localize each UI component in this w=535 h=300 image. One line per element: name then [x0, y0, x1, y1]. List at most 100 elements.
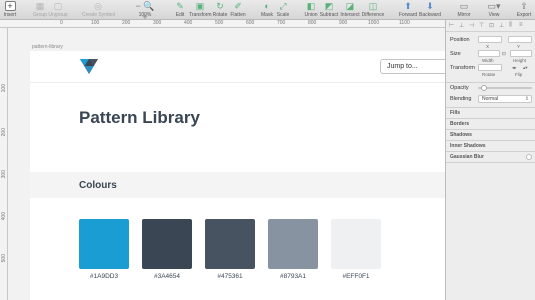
rotate-button[interactable]: ↻ Rotate [211, 1, 229, 18]
swatch-label-5: #EFF0F1 [342, 273, 370, 280]
group-icon: ▦ [35, 1, 45, 11]
align-left-icon[interactable]: ⊢ [449, 22, 454, 29]
difference-icon: ◫ [368, 1, 378, 11]
chevron-down-icon: ⇕ [524, 96, 529, 102]
divider [446, 162, 535, 163]
distribute-vertical-icon[interactable]: ≡ [519, 22, 523, 28]
color-swatch-3[interactable] [205, 219, 255, 269]
subtract-icon: ◩ [324, 1, 334, 11]
inspector-panel: ⊢ ⊥ ⊣ ⊤ ⊡ ⊥ ⫼ ≡ Position X Y Size ⊡ Widt… [445, 20, 535, 300]
blending-label: Blending [450, 96, 472, 102]
alignment-toolbar: ⊢ ⊥ ⊣ ⊤ ⊡ ⊥ ⫼ ≡ [446, 20, 535, 32]
backward-button[interactable]: ⬇ Backward [418, 1, 442, 18]
transform-icon: ▣ [195, 1, 205, 11]
artboard[interactable]: Jump to... Pattern Library Colours #1A9D… [30, 51, 445, 300]
divider [446, 82, 535, 83]
mask-button[interactable]: ◐ Mask [259, 1, 275, 18]
flip-vertical-icon[interactable]: ▴▾ [523, 65, 528, 71]
edit-button[interactable]: ✎ Edit [173, 1, 187, 18]
ungroup-button[interactable]: ▢ Ungroup [48, 1, 68, 18]
divider [446, 140, 535, 141]
divider [446, 118, 535, 119]
mirror-button[interactable]: ▭ Mirror [455, 1, 473, 18]
borders-section[interactable]: Borders [450, 121, 469, 127]
divider [446, 129, 535, 130]
swatch-label-3: #475361 [217, 273, 243, 280]
forward-icon: ⬆ [404, 1, 412, 11]
mask-icon: ◐ [264, 1, 270, 11]
edit-icon: ✎ [176, 1, 184, 11]
vertical-ruler: 100 200 300 400 500 [0, 28, 8, 300]
export-button[interactable]: ⇪ Export [515, 1, 533, 18]
jump-to-input[interactable]: Jump to... [380, 59, 445, 74]
zoom-control[interactable]: − 🔍 + 100% [135, 1, 155, 22]
divider [446, 107, 535, 108]
gaussian-blur-section[interactable]: Gaussian Blur [450, 154, 484, 160]
create-symbol-button[interactable]: ◎ Create Symbol [82, 1, 115, 18]
align-top-icon[interactable]: ⊤ [479, 22, 484, 29]
view-button[interactable]: ▭▾ View [485, 1, 503, 18]
subtract-button[interactable]: ◩ Subtract [319, 1, 339, 18]
size-label: Size [450, 51, 461, 57]
transform-button[interactable]: ▣ Transform [189, 1, 212, 18]
opacity-slider-knob[interactable] [481, 85, 487, 91]
mirror-icon: ▭ [459, 1, 469, 11]
group-button[interactable]: ▦ Group [31, 1, 49, 18]
swatch-label-1: #1A9DD3 [89, 273, 119, 280]
scale-icon: ⤢ [279, 1, 287, 11]
artboard-header: Jump to... [30, 51, 445, 83]
canvas[interactable]: pattern-library Jump to... Pattern Libra… [8, 28, 445, 300]
page-title: Pattern Library [79, 108, 200, 127]
toolbar: + Insert ▦ Group ▢ Ungroup ◎ Create Symb… [0, 0, 535, 22]
distribute-horizontal-icon[interactable]: ⫼ [509, 22, 512, 29]
opacity-slider[interactable] [478, 85, 532, 91]
align-bottom-icon[interactable]: ⊥ [499, 22, 504, 29]
y-sublabel: Y [517, 44, 521, 49]
flatten-icon: ✐ [234, 1, 242, 11]
flatten-button[interactable]: ✐ Flatten [229, 1, 247, 18]
flip-horizontal-icon[interactable]: ◂▸ [512, 65, 517, 71]
position-label: Position [450, 37, 470, 43]
artboard-name[interactable]: pattern-library [32, 44, 63, 50]
color-swatch-5[interactable] [331, 219, 381, 269]
inner-shadows-section[interactable]: Inner Shadows [450, 143, 486, 149]
fills-section[interactable]: Fills [450, 110, 460, 116]
color-swatch-1[interactable] [79, 219, 129, 269]
width-sublabel: Width [482, 58, 494, 63]
intersect-icon: ◪ [345, 1, 355, 11]
blending-select[interactable]: Normal ⇕ [478, 95, 532, 103]
horizontal-ruler: 0 100 200 300 400 500 600 700 800 900 10… [0, 20, 445, 28]
position-y-field[interactable] [508, 36, 532, 43]
lock-ratio-icon[interactable]: ⊡ [502, 51, 506, 57]
align-middle-icon[interactable]: ⊡ [489, 22, 494, 29]
difference-button[interactable]: ◫ Difference [361, 1, 385, 18]
union-button[interactable]: ◧ Union [303, 1, 319, 18]
color-swatch-2[interactable] [142, 219, 192, 269]
intersect-button[interactable]: ◪ Intersect [339, 1, 361, 18]
logo-icon [79, 57, 99, 80]
rotate-field[interactable] [478, 64, 502, 71]
view-icon: ▭▾ [487, 1, 501, 11]
swatch-label-2: #3A4654 [153, 273, 181, 280]
rotate-sublabel: Rotate [482, 72, 496, 77]
shadows-section[interactable]: Shadows [450, 132, 472, 138]
export-icon: ⇪ [520, 1, 528, 11]
insert-button[interactable]: + Insert [2, 1, 18, 18]
width-field[interactable] [478, 50, 500, 57]
ungroup-icon: ▢ [53, 1, 63, 11]
opacity-label: Opacity [450, 85, 469, 91]
height-field[interactable] [510, 50, 532, 57]
align-right-icon[interactable]: ⊣ [469, 22, 474, 29]
zoom-icon: − 🔍 + [135, 1, 155, 22]
forward-button[interactable]: ⬆ Forward [398, 1, 418, 18]
union-icon: ◧ [306, 1, 316, 11]
colours-section-header: Colours [30, 172, 445, 198]
divider [446, 151, 535, 152]
color-swatch-4[interactable] [268, 219, 318, 269]
scale-button[interactable]: ⤢ Scale [275, 1, 291, 18]
align-center-icon[interactable]: ⊥ [459, 22, 464, 29]
position-x-field[interactable] [478, 36, 502, 43]
gaussian-blur-toggle[interactable] [526, 154, 532, 160]
x-sublabel: X [486, 44, 490, 49]
transform-label: Transform [450, 65, 475, 71]
